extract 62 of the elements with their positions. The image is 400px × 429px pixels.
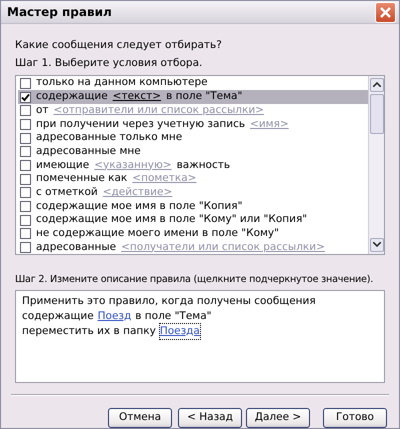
condition-text: с отметкой <box>36 184 98 200</box>
dialog-button[interactable]: Далее > <box>246 408 310 428</box>
close-button[interactable] <box>375 2 396 22</box>
condition-item[interactable]: помеченные как <пометка> <box>18 172 368 186</box>
checkbox[interactable] <box>20 105 31 116</box>
condition-text: содержащие мое имя в поле "Копия" <box>36 198 242 214</box>
condition-item[interactable]: не содержащие моего имени в поле "Кому" <box>18 227 368 241</box>
condition-item[interactable]: с отметкой <действие> <box>18 186 368 200</box>
dialog-button[interactable]: < Назад <box>178 408 242 428</box>
description-link[interactable]: Поезд <box>98 308 132 324</box>
condition-text: адресованные мне <box>36 144 141 159</box>
condition-item[interactable]: содержащие <текст> в поле "Тема" <box>18 90 368 104</box>
condition-item[interactable]: имеющие <указанную> важность <box>18 158 368 172</box>
checkbox[interactable] <box>20 187 31 198</box>
condition-text: содержащие <box>36 89 108 104</box>
condition-text: не содержащие моего имени в поле "Кому" <box>36 226 279 242</box>
checkbox[interactable] <box>20 160 31 171</box>
checkbox[interactable] <box>20 78 31 89</box>
description-link[interactable]: Поезда <box>160 324 200 339</box>
step-label: Шаг 1. Выберите условия отбора. <box>15 56 204 71</box>
condition-text: при получении через учетную запись <box>36 116 246 132</box>
checkbox[interactable] <box>20 242 31 254</box>
checkbox[interactable] <box>20 201 31 212</box>
condition-link[interactable]: <текст> <box>112 89 162 105</box>
dialog-button[interactable]: Готово <box>323 408 387 428</box>
condition-text: важность <box>176 158 230 173</box>
condition-item[interactable]: содержащие мое имя в поле "Кому" или "Копия" <box>18 213 368 228</box>
checkbox[interactable] <box>20 228 31 240</box>
checkbox[interactable] <box>20 146 31 158</box>
condition-item[interactable]: адресованные <получатели или список рассылки> <box>18 240 368 254</box>
scroll-up-icon[interactable] <box>370 78 384 92</box>
condition-text: от <box>36 102 49 118</box>
condition-text: адресованные <box>36 240 116 255</box>
question-text: Какие сообщения следует отбирать? <box>15 38 223 53</box>
window-title: Мастер правил <box>7 4 112 21</box>
step-label: Шаг 2. Измените описание правила (щелкните подчеркнутое значение). <box>15 272 374 286</box>
condition-text: имеющие <box>36 158 90 173</box>
description-text: Применить это правило, когда получены сообщения <box>22 294 316 309</box>
checkbox[interactable] <box>20 214 31 226</box>
condition-item[interactable]: адресованные мне <box>18 144 368 159</box>
condition-item[interactable]: от <отправители или список рассылки> <box>18 104 368 118</box>
description-text: содержащие <box>22 308 94 324</box>
scrollbar[interactable] <box>368 76 384 254</box>
dialog-button[interactable]: Отмена <box>108 408 172 428</box>
description-text: в поле "Тема" <box>135 308 212 324</box>
condition-item[interactable]: адресованные только мне <box>18 131 368 145</box>
checkbox[interactable] <box>20 174 31 185</box>
condition-text: адресованные только мне <box>36 130 182 146</box>
scroll-down-icon[interactable] <box>370 238 384 252</box>
condition-text: в поле "Тема" <box>166 89 242 104</box>
checkbox[interactable] <box>20 118 31 130</box>
condition-item[interactable]: только на данном компьютере <box>18 76 368 90</box>
condition-item[interactable]: при получении через учетную запись <имя> <box>18 118 368 132</box>
close-icon <box>379 6 392 18</box>
scroll-thumb[interactable] <box>370 94 384 134</box>
condition-text: только на данном компьютере <box>36 75 208 90</box>
condition-item[interactable]: содержащие мое имя в поле "Копия" <box>18 200 368 214</box>
description-text: переместить их в папку <box>22 324 156 339</box>
checkbox[interactable] <box>20 92 31 103</box>
condition-text: содержащие мое имя в поле "Кому" или "Копия" <box>36 212 308 228</box>
condition-text: помеченные как <box>36 171 128 186</box>
checkbox[interactable] <box>20 132 31 144</box>
